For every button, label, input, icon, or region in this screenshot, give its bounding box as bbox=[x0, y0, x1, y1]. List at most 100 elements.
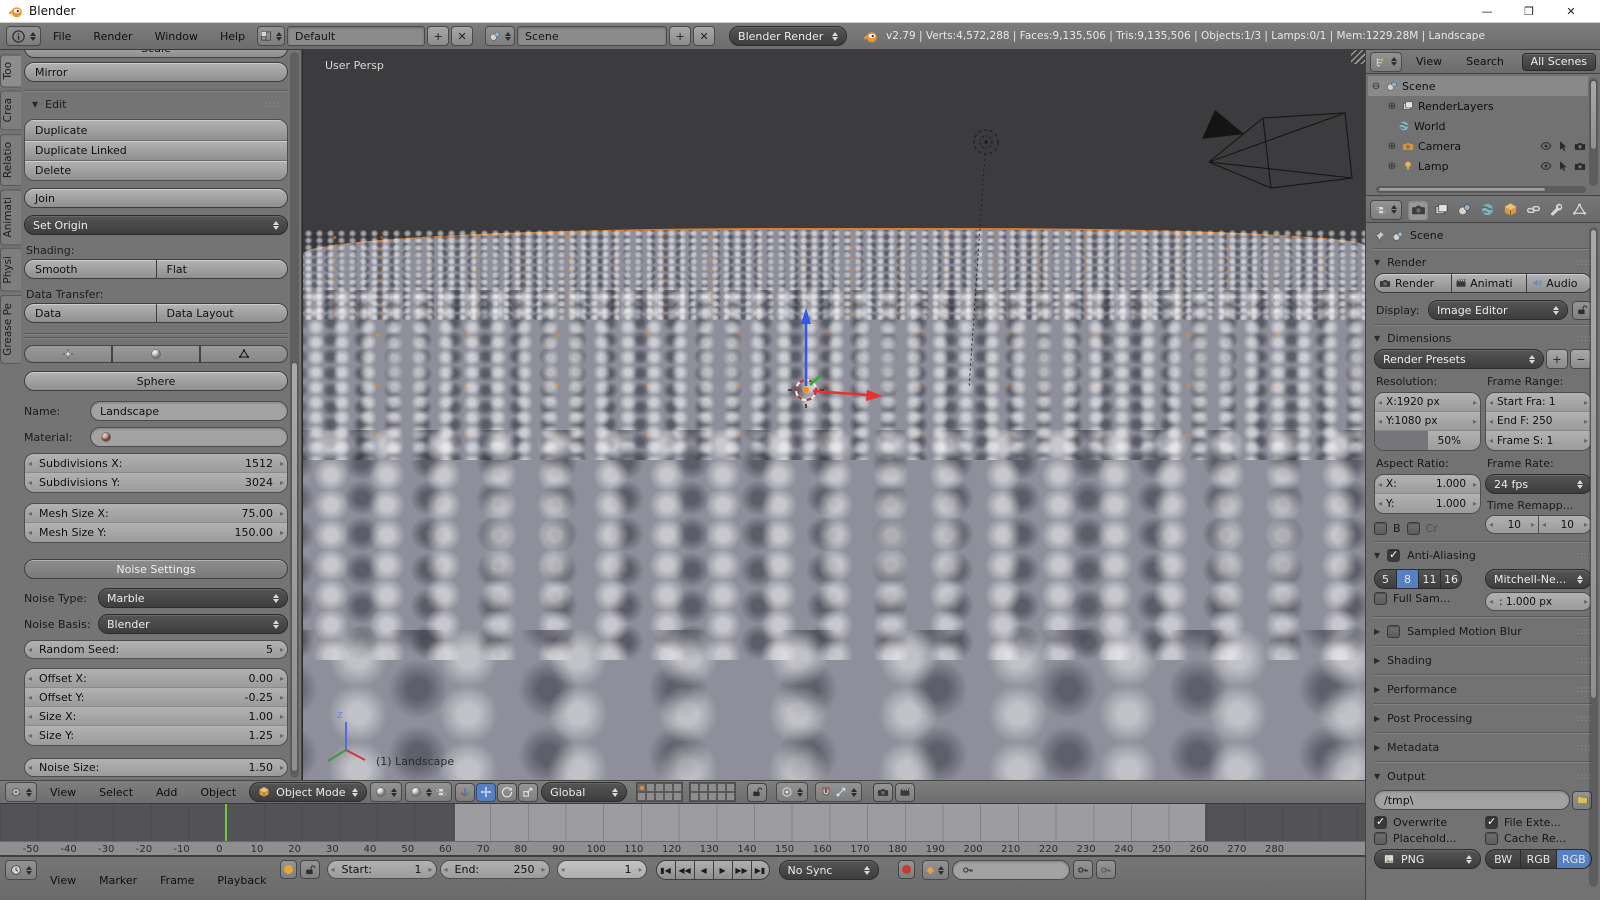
render-panel-header[interactable]: ▼ Render :::: bbox=[1374, 252, 1592, 273]
name-field[interactable]: Landscape bbox=[90, 401, 288, 421]
duplicate-linked-button[interactable]: Duplicate Linked bbox=[25, 140, 287, 160]
tab-scene[interactable] bbox=[1454, 200, 1474, 220]
tab-constraints[interactable] bbox=[1523, 200, 1543, 220]
orientation-dropdown[interactable]: Global bbox=[541, 782, 628, 802]
join-button[interactable]: Join bbox=[24, 188, 288, 208]
motion-blur-panel-header[interactable]: ▶ Sampled Motion Blur :::: bbox=[1374, 620, 1592, 643]
menu-file[interactable]: File bbox=[43, 23, 81, 49]
set-origin-dropdown[interactable]: Set Origin bbox=[24, 215, 288, 235]
render-button[interactable]: Render bbox=[1374, 273, 1453, 293]
editor-type-selector[interactable] bbox=[6, 26, 41, 46]
eye-icon[interactable] bbox=[1540, 140, 1552, 152]
use-preview-range-button[interactable] bbox=[279, 860, 297, 879]
outliner-horizontal-scrollbar[interactable] bbox=[1376, 186, 1586, 193]
render-display-dropdown[interactable]: Image Editor bbox=[1428, 300, 1568, 320]
lock-time-button[interactable] bbox=[299, 860, 320, 879]
menu-select[interactable]: Select bbox=[89, 781, 143, 803]
camera-icon[interactable] bbox=[1574, 160, 1586, 172]
region-resize-grip[interactable] bbox=[1351, 50, 1365, 64]
expand-icon[interactable]: ⊕ bbox=[1386, 161, 1398, 172]
placeholders-checkbox[interactable]: Placehold... bbox=[1374, 832, 1481, 845]
aa-filter-dropdown[interactable]: Mitchell-Ne... bbox=[1485, 569, 1592, 589]
tab-world[interactable] bbox=[1477, 200, 1497, 220]
start-frame-field[interactable]: ◂ Start: 1 ▸ bbox=[326, 860, 437, 879]
editor-type-selector[interactable] bbox=[5, 782, 37, 802]
mode-dropdown[interactable]: Object Mode bbox=[249, 782, 368, 802]
editor-type-selector[interactable] bbox=[1370, 51, 1402, 72]
expand-icon[interactable]: ⊕ bbox=[1386, 141, 1398, 152]
tab-create[interactable]: Crea bbox=[0, 90, 21, 131]
cursor-arrow-icon[interactable] bbox=[1557, 160, 1569, 172]
keying-mode-selector[interactable]: ◆ bbox=[921, 860, 950, 880]
frame-step-field[interactable]: ◂ Frame S: 1 ▸ bbox=[1486, 431, 1591, 450]
data-layout-button[interactable]: Data Layout bbox=[156, 303, 288, 323]
full-sample-checkbox[interactable]: Full Sam... bbox=[1374, 592, 1481, 605]
outliner-item-world[interactable]: World bbox=[1368, 116, 1588, 136]
sphere-button[interactable]: Sphere bbox=[24, 371, 288, 391]
tab-render[interactable] bbox=[1408, 199, 1428, 220]
render-presets-dropdown[interactable]: Render Presets bbox=[1374, 349, 1544, 369]
expand-icon[interactable]: ⊕ bbox=[1386, 101, 1398, 112]
data-button[interactable]: Data bbox=[24, 303, 157, 323]
screen-layout-selector[interactable] bbox=[257, 26, 286, 46]
mirror-button[interactable]: Mirror bbox=[24, 62, 288, 82]
remap-new-field[interactable]: ◂ 10 ▸ bbox=[1539, 515, 1592, 534]
panel-grip-icon[interactable]: :::: bbox=[264, 100, 280, 110]
color-mode-rgba[interactable]: RGB bbox=[1555, 849, 1592, 869]
noise-size-field[interactable]: ◂ Noise Size: 1.50 ▸ bbox=[24, 758, 288, 777]
menu-search[interactable]: Search bbox=[1456, 50, 1514, 73]
tab-grease-pencil[interactable]: Grease Pe bbox=[0, 294, 21, 364]
add-scene-button[interactable]: + bbox=[669, 26, 692, 46]
collapse-icon[interactable]: ⊖ bbox=[1370, 81, 1382, 92]
camera-icon[interactable] bbox=[1574, 140, 1586, 152]
color-mode-bw[interactable]: BW bbox=[1485, 849, 1521, 869]
pixel-filter-size-field[interactable]: ◂: 1.000 px ▸ bbox=[1485, 592, 1592, 611]
opengl-render-button[interactable] bbox=[873, 782, 894, 802]
outliner-item-lamp[interactable]: ⊕ Lamp bbox=[1368, 156, 1588, 176]
frame-rate-dropdown[interactable]: 24 fps bbox=[1485, 474, 1592, 494]
material-field[interactable] bbox=[90, 427, 288, 447]
menu-view[interactable]: View bbox=[40, 781, 86, 803]
menu-add[interactable]: Add bbox=[146, 781, 187, 803]
end-frame-field[interactable]: ◂ End F: 250 ▸ bbox=[1486, 412, 1591, 431]
size-y-field[interactable]: ◂ Size Y: 1.25 ▸ bbox=[25, 726, 287, 745]
eye-icon[interactable] bbox=[1540, 160, 1552, 172]
scale-manipulator-button[interactable] bbox=[518, 782, 539, 802]
mesh-size-x-field[interactable]: ◂ Mesh Size X: 75.00 ▸ bbox=[25, 504, 287, 523]
screen-layout-name[interactable]: Default bbox=[287, 26, 426, 46]
rotate-manipulator-button[interactable] bbox=[497, 782, 518, 802]
aspect-y-field[interactable]: ◂ Y: 1.000 ▸ bbox=[1375, 494, 1480, 513]
tab-object[interactable] bbox=[1500, 200, 1520, 220]
sync-mode-dropdown[interactable]: No Sync bbox=[778, 860, 879, 880]
menu-object[interactable]: Object bbox=[190, 781, 246, 803]
size-x-field[interactable]: ◂ Size X: 1.00 ▸ bbox=[25, 707, 287, 726]
opengl-render-animation-button[interactable] bbox=[895, 782, 916, 802]
maximize-button[interactable]: ❐ bbox=[1508, 0, 1550, 22]
render-engine-dropdown[interactable]: Blender Render bbox=[729, 26, 848, 46]
offset-y-field[interactable]: ◂ Offset Y: -0.25 ▸ bbox=[25, 688, 287, 707]
start-frame-field[interactable]: ◂ Start Fra: 1 ▸ bbox=[1486, 393, 1591, 412]
output-panel-header[interactable]: ▼ Output :::: bbox=[1374, 765, 1592, 788]
menu-help[interactable]: Help bbox=[210, 23, 255, 49]
current-frame-field[interactable]: ◂ 1 ▸ bbox=[556, 860, 647, 879]
noise-type-dropdown[interactable]: Marble bbox=[98, 588, 288, 608]
auto-keyframe-button[interactable] bbox=[897, 860, 915, 879]
properties-scrollbar[interactable] bbox=[1589, 227, 1598, 887]
delete-layout-button[interactable]: ✕ bbox=[451, 26, 474, 46]
anti-aliasing-checkbox[interactable] bbox=[1387, 548, 1401, 562]
resolution-percentage-slider[interactable]: 50% bbox=[1375, 431, 1480, 450]
menu-render[interactable]: Render bbox=[83, 23, 142, 49]
scene-name-field[interactable]: Scene bbox=[517, 26, 668, 46]
menu-playback[interactable]: Playback bbox=[207, 860, 276, 900]
cursor-star-button[interactable] bbox=[24, 345, 112, 363]
offset-x-field[interactable]: ◂ Offset X: 0.00 ▸ bbox=[25, 669, 287, 688]
layer-cell[interactable] bbox=[637, 783, 647, 792]
motion-blur-checkbox[interactable] bbox=[1387, 625, 1401, 638]
editor-type-selector[interactable] bbox=[1370, 199, 1402, 220]
overwrite-checkbox[interactable]: Overwrite bbox=[1374, 815, 1481, 829]
subdivisions-x-field[interactable]: ◂ Subdivisions X: 1512 ▸ bbox=[25, 454, 287, 473]
lock-to-scene-button[interactable] bbox=[747, 782, 768, 802]
dimensions-panel-header[interactable]: ▼ Dimensions :::: bbox=[1374, 328, 1592, 349]
smooth-button[interactable]: Smooth bbox=[24, 259, 157, 279]
snap-selector[interactable] bbox=[815, 782, 863, 802]
